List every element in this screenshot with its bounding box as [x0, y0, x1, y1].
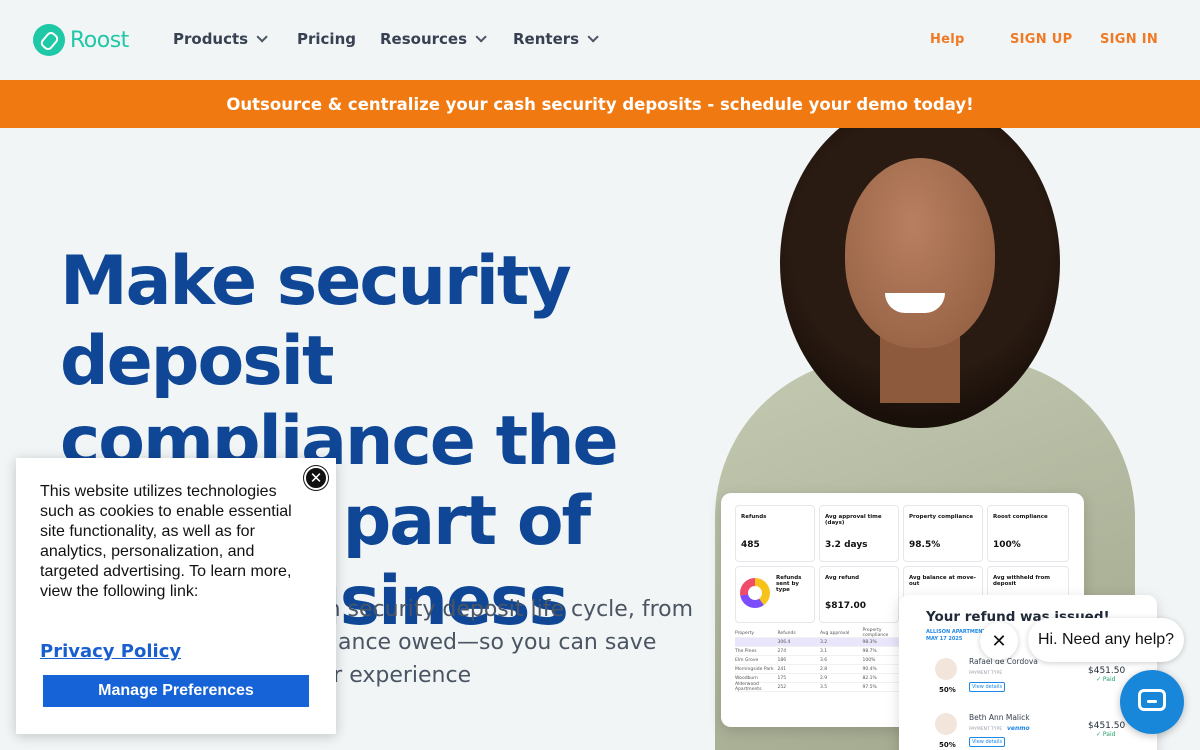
table-row: Alderwood Apartments 252 3.5 97.5% — [735, 682, 905, 692]
tile-avg-refund: Avg refund $817.00 — [819, 566, 899, 623]
close-icon: ✕ — [309, 469, 323, 487]
table-cell: Refunds — [777, 630, 796, 636]
sign-up-link[interactable]: SIGN UP — [1010, 32, 1072, 47]
privacy-policy-link[interactable]: Privacy Policy — [40, 641, 181, 662]
cookie-consent-text: This website utilizes technologies such … — [40, 483, 292, 600]
table-row: The Pines 274 3.1 98.7% — [735, 647, 905, 656]
table-cell: Morningside Park — [735, 666, 774, 672]
chat-greeting-text: Hi. Need any help? — [1037, 631, 1175, 648]
tile-value: $817.00 — [825, 601, 866, 611]
logo-text: Roost — [70, 27, 129, 53]
table-cell: 3.6 — [820, 657, 828, 663]
nav-products-label: Products — [173, 30, 249, 48]
manage-preferences-label: Manage Preferences — [98, 682, 254, 699]
tile-label: Property compliance — [909, 514, 974, 520]
chevron-down-icon — [475, 31, 487, 43]
chat-message-icon — [1138, 689, 1166, 711]
tile-value: 98.5% — [909, 540, 941, 550]
nav-renters-label: Renters — [513, 30, 580, 48]
refund-status: ✓ Paid — [1096, 731, 1116, 738]
table-cell: 241 — [777, 666, 787, 672]
refund-amount: $451.50 — [1088, 666, 1126, 676]
venmo-label: venmo — [1007, 725, 1030, 732]
tile-label: Roost compliance — [993, 514, 1048, 520]
nav-pricing-label: Pricing — [297, 30, 356, 48]
tile-refunds: Refunds 485 — [735, 505, 815, 562]
refund-type-donut-chart — [740, 578, 770, 608]
tile-label: Avg balance at move-out — [909, 575, 976, 587]
top-navigation: Roost Products Pricing Resources Renters… — [0, 0, 1200, 80]
cookie-close-button[interactable]: ✕ — [304, 466, 328, 490]
table-row: Morningside Park 241 2.8 90.4% — [735, 665, 905, 674]
roost-logo-icon — [33, 24, 65, 56]
payment-type-label: PAYMENT TYPE — [969, 671, 1003, 676]
dashboard-table: Property Refunds Avg approval Property c… — [735, 628, 905, 692]
tile-label: Refunds — [741, 514, 767, 520]
table-cell: 3.2 — [820, 639, 828, 645]
view-details-button[interactable]: View details — [969, 682, 1006, 692]
cookie-consent-dialog: This website utilizes technologies such … — [16, 458, 336, 734]
table-cell: Property — [735, 630, 755, 636]
table-cell: 175 — [777, 675, 787, 681]
tile-label: Avg approval time (days) — [825, 514, 882, 526]
nav-resources-label: Resources — [380, 30, 468, 48]
promo-banner[interactable]: Outsource & centralize your cash securit… — [0, 80, 1200, 128]
tile-value: 100% — [993, 540, 1021, 550]
close-icon: ✕ — [991, 630, 1007, 652]
help-link[interactable]: Help — [930, 32, 965, 47]
tile-label: Avg withheld from deposit — [993, 575, 1051, 587]
refund-status: ✓ Paid — [1096, 676, 1116, 683]
table-cell: Avg approval — [820, 630, 850, 636]
avatar — [935, 713, 957, 735]
tile-value: 485 — [741, 540, 760, 550]
table-row: Elm Grove 186 3.6 100% — [735, 656, 905, 665]
table-cell: 252 — [777, 684, 787, 690]
chat-greeting-bubble[interactable]: Hi. Need any help? — [1028, 618, 1184, 662]
refund-amount: $451.50 — [1088, 721, 1126, 731]
table-row: 306.4 3.2 98.3% — [735, 638, 905, 647]
tile-approval-time: Avg approval time (days) 3.2 days — [819, 505, 899, 562]
tile-label: Refunds sent by type — [776, 575, 802, 593]
table-cell: 2.8 — [820, 666, 828, 672]
chevron-down-icon — [587, 31, 599, 43]
tile-roost-compliance: Roost compliance 100% — [987, 505, 1069, 562]
table-cell: 3.5 — [820, 684, 828, 690]
view-details-button[interactable]: View details — [969, 737, 1006, 747]
chat-dismiss-button[interactable]: ✕ — [980, 622, 1018, 660]
table-cell: 2.9 — [820, 675, 828, 681]
table-cell: The Pines — [735, 648, 757, 654]
tile-property-compliance: Property compliance 98.5% — [903, 505, 983, 562]
table-cell: Woodburn — [735, 675, 758, 681]
nav-products[interactable]: Products — [173, 30, 268, 48]
table-cell: 3.1 — [820, 648, 828, 654]
nav-resources[interactable]: Resources — [380, 30, 487, 48]
table-cell: 306.4 — [777, 639, 791, 645]
table-cell: 274 — [777, 648, 787, 654]
promo-banner-text: Outsource & centralize your cash securit… — [226, 94, 974, 114]
tile-label: Avg refund — [825, 575, 860, 581]
sign-in-link[interactable]: SIGN IN — [1100, 32, 1158, 47]
refund-share-pct: 50% — [939, 686, 956, 694]
table-cell: Elm Grove — [735, 657, 759, 663]
table-cell: 186 — [777, 657, 787, 663]
nav-pricing[interactable]: Pricing — [297, 30, 356, 48]
chat-launcher-button[interactable] — [1120, 670, 1184, 734]
nav-renters[interactable]: Renters — [513, 30, 599, 48]
photo-face — [845, 158, 995, 348]
tile-value: 3.2 days — [825, 540, 868, 550]
manage-preferences-button[interactable]: Manage Preferences — [43, 675, 309, 707]
roost-logo[interactable]: Roost — [33, 24, 129, 56]
chevron-down-icon — [256, 31, 268, 43]
table-cell: Alderwood Apartments — [735, 682, 762, 692]
refund-share-pct: 50% — [939, 741, 956, 749]
avatar — [935, 658, 957, 680]
refund-date: MAY 17 2025 — [926, 636, 963, 642]
table-header-row: Property Refunds Avg approval Property c… — [735, 628, 905, 638]
payment-type-label: PAYMENT TYPE — [969, 727, 1003, 732]
refund-person-name: Beth Ann Malick — [969, 713, 1030, 722]
